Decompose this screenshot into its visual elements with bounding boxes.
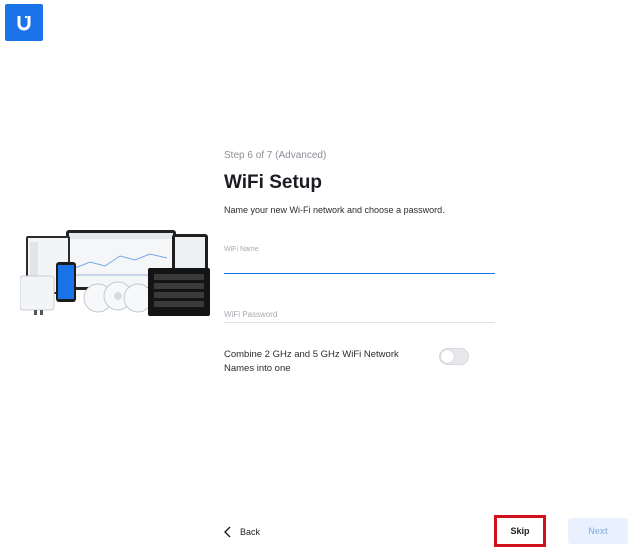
ubiquiti-u-icon (17, 15, 31, 30)
next-button[interactable]: Next (568, 518, 628, 544)
wifi-password-label: WiFi Password (224, 310, 278, 319)
wifi-name-label: WiFi Name (224, 246, 259, 253)
combine-networks-toggle[interactable] (439, 348, 469, 365)
step-indicator: Step 6 of 7 (Advanced) (224, 150, 327, 161)
skip-button[interactable]: Skip (494, 515, 546, 547)
combine-networks-label: Combine 2 GHz and 5 GHz WiFi Network Nam… (224, 349, 399, 374)
back-button[interactable]: Back (224, 522, 260, 542)
back-label: Back (240, 527, 261, 537)
chevron-left-icon (224, 526, 231, 538)
wifi-name-field: WiFi Name (224, 246, 495, 274)
wifi-name-input[interactable] (224, 253, 495, 273)
wifi-name-underline (224, 273, 495, 274)
devices-illustration (20, 230, 210, 316)
wifi-password-underline[interactable] (224, 322, 495, 323)
ubiquiti-logo (5, 4, 43, 41)
wifi-password-field: WiFi Password (224, 310, 495, 323)
page-subtitle: Name your new Wi-Fi network and choose a… (224, 205, 445, 215)
page-title: WiFi Setup (224, 172, 322, 193)
toggle-knob (441, 350, 454, 363)
